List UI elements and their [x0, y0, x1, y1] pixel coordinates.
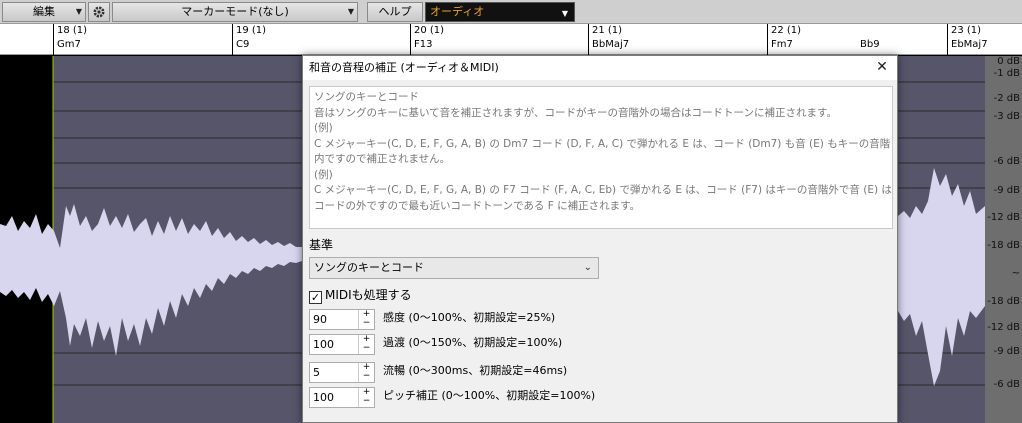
marker-mode-dropdown[interactable]: マーカーモード(なし) ▼: [112, 2, 358, 22]
description-line: (例): [314, 168, 333, 181]
chevron-down-icon: ▼: [561, 9, 568, 18]
bar-ruler[interactable]: 18 (1) Gm7 19 (1) C9 20 (1) F13 21 (1) B…: [0, 24, 1022, 55]
chord-label: BbMaj7: [592, 39, 630, 50]
pitch-correction-stepper[interactable]: 100 + −: [309, 387, 375, 408]
chord-label: EbMaj7: [951, 39, 988, 50]
pitch-correction-value: 100: [313, 391, 334, 404]
stepper-buttons[interactable]: + −: [358, 363, 374, 382]
bar-number: 19 (1): [236, 25, 267, 36]
bar-number: 21 (1): [592, 25, 623, 36]
sensitivity-value: 90: [313, 313, 327, 326]
close-button[interactable]: ✕: [873, 58, 891, 76]
help-button[interactable]: ヘルプ: [367, 2, 423, 22]
chord-label: C9: [236, 39, 250, 50]
description-line: 音はソングのキーに基いて音を補正されますが、コードがキーの音階外の場合はコードト…: [314, 106, 837, 119]
bar-marker: 20 (1) F13: [410, 24, 444, 55]
bar-marker: 23 (1) EbMaj7: [947, 24, 988, 55]
audio-label: オーディオ: [430, 5, 485, 18]
description-line: ソングのキーとコード: [314, 91, 419, 103]
chord-label: Gm7: [57, 39, 81, 50]
audio-dropdown[interactable]: オーディオ ▼: [425, 2, 575, 22]
db-label: -9 dB: [993, 185, 1020, 196]
chord-label: Fm7: [771, 39, 793, 50]
smoothness-value: 5: [313, 366, 320, 379]
db-label: -2 dB: [993, 93, 1020, 104]
pitch-correction-param: 100 + − ピッチ補正 (0～100%、初期設定=100%): [309, 387, 609, 409]
toolbar: 編集 ▼ マーカーモード(なし) ▼ ヘルプ オーディオ ▼: [0, 0, 1022, 24]
description-line: C メジャーキー(C, D, E, F, G, A, B) の F7 コード (…: [314, 184, 892, 196]
chevron-down-icon: ⌄: [583, 262, 592, 273]
stepper-buttons[interactable]: + −: [358, 335, 374, 354]
chevron-down-icon: ▼: [347, 7, 354, 16]
marker-mode-label: マーカーモード(なし): [181, 5, 289, 18]
midi-checkbox[interactable]: ✓ MIDIも処理する: [309, 287, 412, 304]
gear-icon: [93, 6, 105, 18]
db-label: -6 dB: [993, 156, 1020, 167]
db-label: ~: [1011, 268, 1020, 279]
basis-value: ソングのキーとコード: [314, 261, 424, 274]
pitch-correction-label: ピッチ補正 (0～100%、初期設定=100%): [383, 389, 596, 402]
checkbox-check-icon: ✓: [309, 291, 322, 304]
dialog-title: 和音の音程の補正 (オーディオ＆MIDI): [309, 61, 499, 74]
bar-number: 20 (1): [414, 25, 445, 36]
close-icon: ✕: [876, 59, 888, 75]
description-line: (例): [314, 122, 333, 134]
db-label: -6 dB: [993, 379, 1020, 390]
db-scale: 0 dB -1 dB -2 dB -3 dB -6 dB -9 dB -12 d…: [985, 56, 1022, 423]
db-label: -9 dB: [993, 346, 1020, 357]
bar-marker: 19 (1) C9: [232, 24, 266, 55]
description-line: C メジャーキー(C, D, E, F, G, A, B) の Dm7 コード …: [314, 137, 891, 150]
pitch-correction-dialog: 和音の音程の補正 (オーディオ＆MIDI) ✕ ソングのキーとコード 音はソング…: [302, 55, 898, 423]
bar-marker: 21 (1) BbMaj7: [588, 24, 629, 55]
transient-stepper[interactable]: 100 + −: [309, 334, 375, 355]
bar-number: 23 (1): [951, 25, 982, 36]
db-label: -18 dB: [987, 240, 1020, 251]
bar-marker: 22 (1) Fm7: [767, 24, 801, 55]
sensitivity-stepper[interactable]: 90 + −: [309, 309, 375, 330]
bar-number: 22 (1): [771, 25, 802, 36]
help-label: ヘルプ: [378, 5, 412, 18]
chord-label: F13: [414, 39, 433, 50]
minus-icon[interactable]: −: [363, 371, 371, 381]
stepper-buttons[interactable]: + −: [358, 388, 374, 407]
description-box: ソングのキーとコード 音はソングのキーに基いて音を補正されますが、コードがキーの…: [309, 86, 893, 229]
db-label: -1 dB: [993, 68, 1020, 79]
minus-icon[interactable]: −: [363, 318, 371, 328]
edit-menu-dropdown[interactable]: 編集 ▼: [2, 2, 86, 22]
description-line: コードの外ですので最も近いコードトーンである F に補正されます。: [314, 199, 641, 212]
transient-param: 100 + − 過渡 (0～150%、初期設定=100%): [309, 334, 609, 356]
chevron-down-icon: ▼: [75, 7, 82, 16]
sensitivity-label: 感度 (0～100%、初期設定=25%): [383, 311, 556, 324]
settings-button[interactable]: [88, 2, 110, 22]
db-label: -12 dB: [987, 322, 1020, 333]
edit-menu-label: 編集: [33, 5, 55, 18]
midi-label: MIDIも処理する: [325, 288, 412, 302]
transient-label: 過渡 (0～150%、初期設定=100%): [383, 336, 563, 349]
transient-value: 100: [313, 338, 334, 351]
smoothness-label: 流暢 (0～300ms、初期設定=46ms): [383, 364, 568, 377]
bar-number: 18 (1): [57, 25, 88, 36]
db-label: -12 dB: [987, 212, 1020, 223]
db-label: 0 dB: [997, 56, 1020, 67]
sensitivity-param: 90 + − 感度 (0～100%、初期設定=25%): [309, 309, 609, 331]
db-label: -18 dB: [987, 296, 1020, 307]
dialog-title-bar[interactable]: 和音の音程の補正 (オーディオ＆MIDI) ✕: [303, 56, 897, 80]
smoothness-stepper[interactable]: 5 + −: [309, 362, 375, 383]
minus-icon[interactable]: −: [363, 396, 371, 406]
basis-label: 基準: [309, 238, 334, 252]
chord-label: Bb9: [860, 39, 880, 50]
db-label: -3 dB: [993, 111, 1020, 122]
basis-dropdown[interactable]: ソングのキーとコード ⌄: [309, 257, 599, 279]
minus-icon[interactable]: −: [363, 343, 371, 353]
stepper-buttons[interactable]: + −: [358, 310, 374, 329]
smoothness-param: 5 + − 流暢 (0～300ms、初期設定=46ms): [309, 362, 609, 384]
description-line: 内ですので補正されません。: [314, 153, 451, 165]
bar-marker: 18 (1) Gm7: [53, 24, 87, 55]
